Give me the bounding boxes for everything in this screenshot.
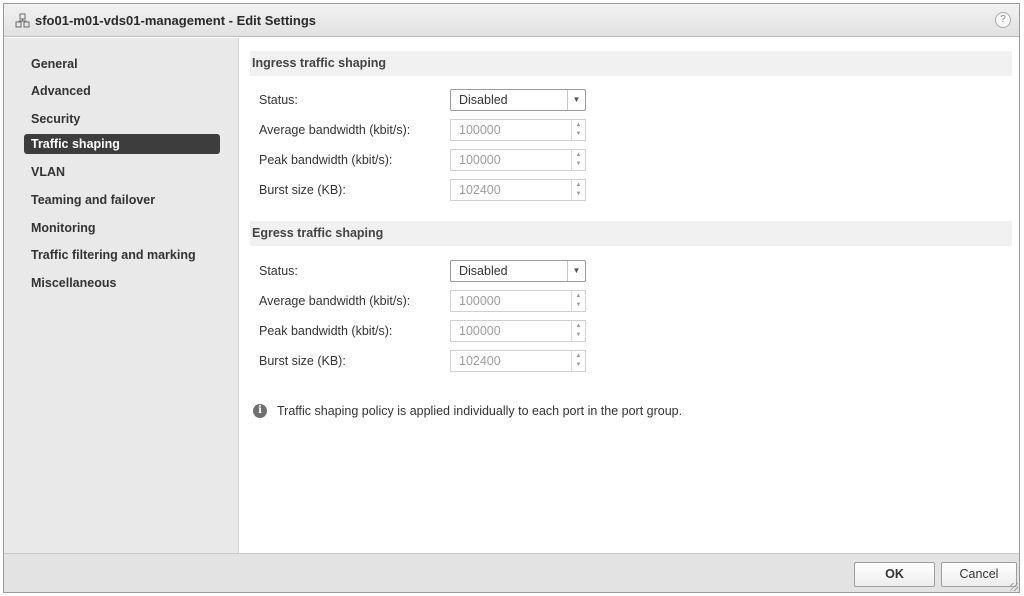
- ingress-status-value: Disabled: [459, 93, 508, 107]
- ok-button[interactable]: OK: [854, 562, 935, 587]
- sidebar-item-advanced[interactable]: Advanced: [24, 81, 229, 101]
- dialog-footer: OK Cancel: [4, 553, 1019, 592]
- egress-avg-bandwidth-label: Average bandwidth (kbit/s):: [259, 294, 411, 308]
- egress-peak-bandwidth-label: Peak bandwidth (kbit/s):: [259, 324, 393, 338]
- sidebar-item-vlan[interactable]: VLAN: [24, 162, 229, 182]
- spinner-arrows-icon[interactable]: ▲ ▼: [571, 321, 585, 341]
- spinner-arrows-icon[interactable]: ▲ ▼: [571, 351, 585, 371]
- sidebar-item-traffic-shaping[interactable]: Traffic shaping: [24, 134, 220, 154]
- chevron-down-icon[interactable]: ▼: [567, 261, 585, 281]
- ingress-burst-size-value: 102400: [459, 183, 501, 197]
- distributed-port-group-icon: [15, 13, 30, 28]
- ingress-section-header: Ingress traffic shaping: [250, 51, 1012, 76]
- ingress-peak-bandwidth-value: 100000: [459, 153, 501, 167]
- spinner-arrows-icon[interactable]: ▲ ▼: [571, 150, 585, 170]
- title-bar[interactable]: sfo01-m01-vds01-management - Edit Settin…: [4, 4, 1019, 37]
- ingress-avg-bandwidth-field[interactable]: 100000 ▲ ▼: [450, 119, 586, 141]
- spinner-arrows-icon[interactable]: ▲ ▼: [571, 180, 585, 200]
- egress-avg-bandwidth-value: 100000: [459, 294, 501, 308]
- dialog-title: sfo01-m01-vds01-management - Edit Settin…: [35, 13, 317, 28]
- cancel-button[interactable]: Cancel: [941, 562, 1017, 587]
- info-icon: i: [253, 404, 267, 418]
- ingress-status-select[interactable]: Disabled ▼: [450, 89, 586, 111]
- egress-burst-size-field[interactable]: 102400 ▲ ▼: [450, 350, 586, 372]
- egress-peak-bandwidth-field[interactable]: 100000 ▲ ▼: [450, 320, 586, 342]
- egress-status-label: Status:: [259, 264, 298, 278]
- ingress-peak-bandwidth-field[interactable]: 100000 ▲ ▼: [450, 149, 586, 171]
- egress-avg-bandwidth-field[interactable]: 100000 ▲ ▼: [450, 290, 586, 312]
- egress-burst-size-label: Burst size (KB):: [259, 354, 346, 368]
- ingress-avg-bandwidth-label: Average bandwidth (kbit/s):: [259, 123, 411, 137]
- sidebar-item-traffic-filtering[interactable]: Traffic filtering and marking: [24, 245, 229, 265]
- settings-sidebar: General Advanced Security Traffic shapin…: [4, 38, 239, 553]
- ingress-burst-size-field[interactable]: 102400 ▲ ▼: [450, 179, 586, 201]
- ingress-avg-bandwidth-value: 100000: [459, 123, 501, 137]
- edit-settings-dialog: sfo01-m01-vds01-management - Edit Settin…: [3, 3, 1020, 593]
- sidebar-item-general[interactable]: General: [24, 54, 229, 74]
- sidebar-item-security[interactable]: Security: [24, 109, 229, 129]
- sidebar-item-teaming-and-failover[interactable]: Teaming and failover: [24, 190, 229, 210]
- help-button[interactable]: ?: [995, 12, 1011, 28]
- ingress-peak-bandwidth-label: Peak bandwidth (kbit/s):: [259, 153, 393, 167]
- sidebar-item-monitoring[interactable]: Monitoring: [24, 218, 229, 238]
- info-text: Traffic shaping policy is applied indivi…: [277, 404, 683, 418]
- egress-status-select[interactable]: Disabled ▼: [450, 260, 586, 282]
- ingress-status-label: Status:: [259, 93, 298, 107]
- egress-section-header: Egress traffic shaping: [250, 221, 1012, 246]
- ingress-burst-size-label: Burst size (KB):: [259, 183, 346, 197]
- egress-peak-bandwidth-value: 100000: [459, 324, 501, 338]
- chevron-down-icon[interactable]: ▼: [567, 90, 585, 110]
- traffic-shaping-panel: Ingress traffic shaping Status: Disabled…: [240, 38, 1019, 553]
- egress-status-value: Disabled: [459, 264, 508, 278]
- sidebar-item-miscellaneous[interactable]: Miscellaneous: [24, 273, 229, 293]
- resize-grip-icon[interactable]: [1010, 583, 1018, 591]
- spinner-arrows-icon[interactable]: ▲ ▼: [571, 291, 585, 311]
- egress-burst-size-value: 102400: [459, 354, 501, 368]
- spinner-arrows-icon[interactable]: ▲ ▼: [571, 120, 585, 140]
